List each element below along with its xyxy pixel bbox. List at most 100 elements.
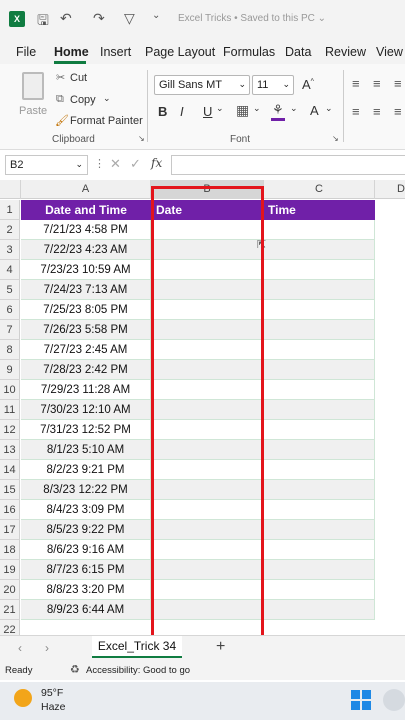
tab-insert[interactable]: Insert [100,45,131,59]
align-left-icon[interactable]: ≡ [352,104,360,119]
add-sheet-icon[interactable]: + [216,638,225,656]
underline-button[interactable]: U [203,104,212,119]
align-top-icon[interactable]: ≡ [352,76,360,91]
header-time[interactable]: Time [264,200,375,220]
cell-time[interactable] [264,220,375,240]
cell-date-and-time[interactable]: 7/25/23 8:05 PM [21,300,151,320]
row-header[interactable]: 14 [0,460,20,480]
cell-date-and-time[interactable]: 7/22/23 4:23 AM [21,240,151,260]
windows-start-icon[interactable] [351,690,371,710]
bold-button[interactable]: B [158,104,167,119]
cell-date-and-time[interactable]: 7/30/23 12:10 AM [21,400,151,420]
cell-date-and-time[interactable]: 7/27/23 2:45 AM [21,340,151,360]
column-header-c[interactable]: C [264,180,375,199]
row-header[interactable]: 19 [0,560,20,580]
tab-home[interactable]: Home [54,45,89,59]
cell-date-and-time[interactable]: 8/5/23 9:22 PM [21,520,151,540]
insert-function-button[interactable]: fx [151,156,162,170]
row-header[interactable]: 22 [0,620,20,635]
sheet-tab-active[interactable]: Excel_Trick 34 [92,636,182,658]
clipboard-launcher-icon[interactable]: ↘ [138,134,145,143]
row-header[interactable]: 11 [0,400,20,420]
select-all-corner[interactable] [0,180,21,199]
align-right-icon[interactable]: ≡ [394,104,402,119]
weather-condition[interactable]: Haze [41,701,66,713]
row-header[interactable]: 9 [0,360,20,380]
tab-page-layout[interactable]: Page Layout [145,45,215,59]
cell-time[interactable] [264,520,375,540]
tab-data[interactable]: Data [285,45,311,59]
cell-time[interactable] [264,460,375,480]
row-header[interactable]: 13 [0,440,20,460]
cell-time[interactable] [264,240,375,260]
fill-dropdown-icon[interactable]: ⌄ [290,103,298,114]
row-header[interactable]: 12 [0,420,20,440]
cell-date-and-time[interactable]: 8/6/23 9:16 AM [21,540,151,560]
row-header[interactable]: 1 [0,200,20,220]
align-center-icon[interactable]: ≡ [373,104,381,119]
row-header[interactable]: 5 [0,280,20,300]
accessibility-status[interactable]: Accessibility: Good to go [86,665,190,676]
cell-date-and-time[interactable]: 7/28/23 2:42 PM [21,360,151,380]
row-header[interactable]: 21 [0,600,20,620]
cell-date-and-time[interactable]: 8/1/23 5:10 AM [21,440,151,460]
cell-time[interactable] [264,320,375,340]
cell-date-and-time[interactable]: 8/2/23 9:21 PM [21,460,151,480]
italic-button[interactable]: I [180,104,184,119]
scroll-left-icon[interactable]: ‹ [18,641,22,655]
cancel-icon[interactable]: ✕ [110,156,121,172]
tab-file[interactable]: File [16,45,36,59]
weather-temperature[interactable]: 95°F [41,687,63,699]
cell-time[interactable] [264,500,375,520]
save-icon[interactable]: 🖫 [37,10,49,34]
cell-time[interactable] [264,420,375,440]
cell-date-and-time[interactable]: 8/4/23 3:09 PM [21,500,151,520]
cell-date-and-time[interactable]: 7/31/23 12:52 PM [21,420,151,440]
name-box[interactable]: B2 ⌄ [5,155,88,175]
row-header[interactable]: 7 [0,320,20,340]
header-date-and-time[interactable]: Date and Time [21,200,151,220]
row-header[interactable]: 18 [0,540,20,560]
align-middle-icon[interactable]: ≡ [373,76,381,91]
row-header[interactable]: 16 [0,500,20,520]
copy-dropdown-icon[interactable]: ⌄ [103,93,111,104]
cell-date-and-time[interactable]: 7/26/23 5:58 PM [21,320,151,340]
cell-date-and-time[interactable]: 7/21/23 4:58 PM [21,220,151,240]
cell-time[interactable] [264,280,375,300]
row-header[interactable]: 15 [0,480,20,500]
cell-time[interactable] [264,340,375,360]
tab-view[interactable]: View [376,45,403,59]
increase-font-icon[interactable]: A^ [302,77,314,92]
borders-dropdown-icon[interactable]: ⌄ [253,103,261,114]
filter-icon[interactable]: ▽ [124,10,135,27]
cell-time[interactable] [264,260,375,280]
cell-time[interactable] [264,580,375,600]
row-header[interactable]: 4 [0,260,20,280]
cell-time[interactable] [264,540,375,560]
row-header[interactable]: 8 [0,340,20,360]
scroll-right-icon[interactable]: › [45,641,49,655]
align-bottom-icon[interactable]: ≡ [394,76,402,91]
more-icon[interactable]: ⌄ [152,10,160,21]
underline-dropdown-icon[interactable]: ⌄ [216,103,224,114]
row-header[interactable]: 20 [0,580,20,600]
cell-date-and-time[interactable]: 7/24/23 7:13 AM [21,280,151,300]
cell-date-and-time[interactable]: 8/9/23 6:44 AM [21,600,151,620]
cell-time[interactable] [264,560,375,580]
cell-date-and-time[interactable]: 7/23/23 10:59 AM [21,260,151,280]
more-options-icon[interactable]: ⋮ [94,157,105,170]
undo-icon[interactable]: ↶ [60,10,72,27]
cell-date-and-time[interactable]: 7/29/23 11:28 AM [21,380,151,400]
window-title[interactable]: Excel Tricks • Saved to this PC ⌄ [178,13,326,24]
copy-button[interactable]: Copy [70,94,96,106]
font-color-icon[interactable]: A [310,103,319,118]
cell-time[interactable] [264,300,375,320]
search-button[interactable] [383,689,405,711]
fill-color-icon[interactable]: ⚘ [272,102,284,118]
cell-time[interactable] [264,440,375,460]
redo-icon[interactable]: ↷ [93,10,105,27]
format-painter-button[interactable]: Format Painter [70,115,143,127]
font-name-select[interactable]: Gill Sans MT ⌄ [154,75,250,95]
tab-formulas[interactable]: Formulas [223,45,275,59]
cell-date-and-time[interactable]: 8/7/23 6:15 PM [21,560,151,580]
